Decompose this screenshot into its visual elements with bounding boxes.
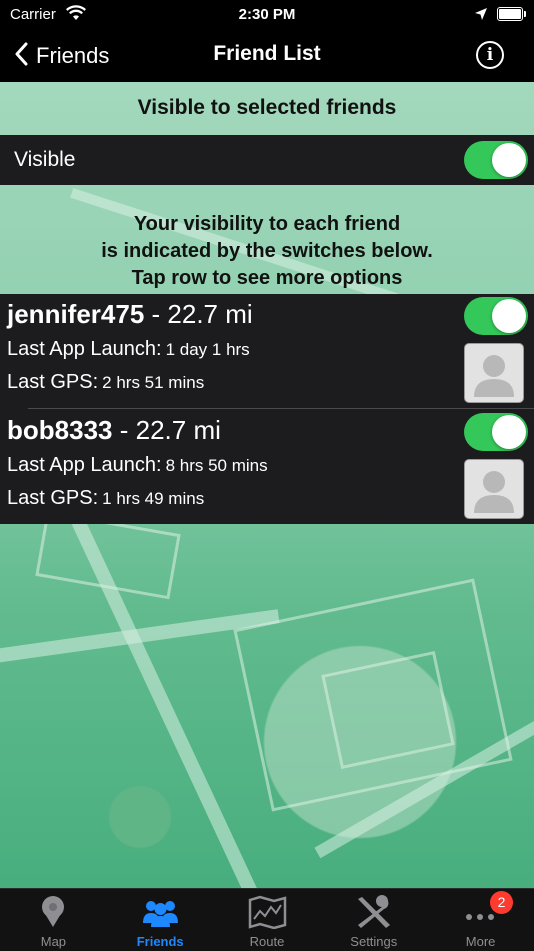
more-badge: 2 — [490, 891, 513, 914]
last-app-launch-value: 1 day 1 hrs — [165, 340, 250, 359]
last-gps-value: 1 hrs 49 mins — [102, 489, 205, 508]
friend-visibility-toggle[interactable] — [464, 413, 528, 451]
tab-label: Route — [249, 934, 285, 949]
friend-name-line: bob8333 - 22.7 mi — [7, 415, 221, 446]
last-app-launch: Last App Launch: 1 day 1 hrs — [7, 338, 250, 361]
map-pin-icon — [0, 895, 107, 929]
tab-label: More — [465, 934, 496, 949]
friend-row-bob8333[interactable]: bob8333 - 22.7 mi Last App Launch: 8 hrs … — [0, 410, 534, 525]
tab-friends[interactable]: Friends — [107, 889, 214, 951]
visibility-banner: Visible to selected friends — [137, 96, 397, 119]
status-time: 2:30 PM — [238, 6, 296, 23]
navigation-bar: Friends Friend List i — [0, 30, 534, 82]
friend-distance: - 22.7 mi — [151, 299, 253, 329]
tab-more[interactable]: More — [427, 889, 534, 951]
page-title: Friend List — [213, 42, 321, 65]
info-line-1: Your visibility to each friend — [133, 213, 401, 235]
more-dots-icon — [427, 895, 534, 929]
last-app-launch-label: Last App Launch: — [7, 454, 162, 476]
friend-name: jennifer475 — [7, 299, 145, 329]
friend-name: bob8333 — [7, 415, 113, 445]
tab-bar: Map Friends Route Settings More — [0, 888, 534, 951]
location-arrow-icon — [474, 7, 488, 26]
avatar-placeholder-icon — [464, 459, 524, 519]
last-gps-value: 2 hrs 51 mins — [102, 373, 205, 392]
info-line-2: is indicated by the switches below. — [101, 240, 433, 262]
settings-tools-icon — [320, 895, 427, 929]
last-gps-label: Last GPS: — [7, 371, 99, 393]
tab-label: Map — [40, 934, 67, 949]
tab-route[interactable]: Route — [214, 889, 321, 951]
friends-icon — [107, 895, 214, 929]
friend-row-jennifer475[interactable]: jennifer475 - 22.7 mi Last App Launch: 1 … — [0, 294, 534, 409]
info-icon[interactable]: i — [476, 41, 504, 69]
tab-label: Friends — [136, 934, 184, 949]
avatar-placeholder-icon — [464, 343, 524, 403]
friend-distance: - 22.7 mi — [119, 415, 221, 445]
last-gps: Last GPS: 2 hrs 51 mins — [7, 371, 204, 394]
friend-list: jennifer475 - 22.7 mi Last App Launch: 1 … — [0, 294, 534, 524]
route-map-icon — [214, 895, 321, 930]
last-gps: Last GPS: 1 hrs 49 mins — [7, 487, 204, 510]
battery-icon — [497, 7, 526, 21]
info-line-3: Tap row to see more options — [131, 267, 403, 289]
last-app-launch-label: Last App Launch: — [7, 338, 162, 360]
visible-toggle[interactable] — [464, 141, 528, 179]
row-divider — [28, 408, 534, 409]
tab-map[interactable]: Map — [0, 889, 107, 951]
visibility-info-text: Your visibility to each friend is indica… — [0, 211, 534, 292]
status-bar: Carrier 2:30 PM — [0, 0, 534, 30]
last-gps-label: Last GPS: — [7, 487, 99, 509]
last-app-launch-value: 8 hrs 50 mins — [165, 456, 268, 475]
friend-visibility-toggle[interactable] — [464, 297, 528, 335]
tab-settings[interactable]: Settings — [320, 889, 427, 951]
last-app-launch: Last App Launch: 8 hrs 50 mins — [7, 454, 268, 477]
visible-label: Visible — [14, 148, 76, 171]
visible-row: Visible — [0, 135, 534, 185]
tab-label: Settings — [350, 934, 398, 949]
friend-name-line: jennifer475 - 22.7 mi — [7, 299, 253, 330]
